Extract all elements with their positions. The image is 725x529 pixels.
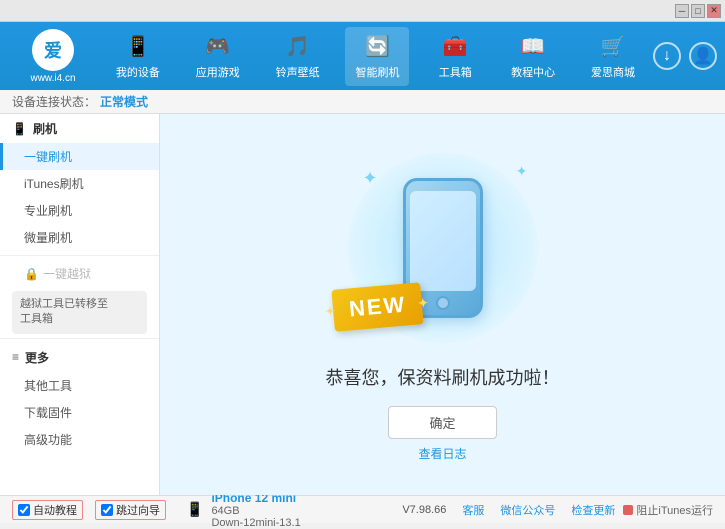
nav-toolbox-label: 工具箱 — [439, 64, 472, 80]
nav-apps-games[interactable]: 🎮 应用游戏 — [186, 27, 250, 86]
sidebar-section-more: ≡ 更多 — [0, 343, 159, 372]
status-bar: 设备连接状态： 正常模式 — [0, 90, 725, 114]
sidebar-item-other-tools[interactable]: 其他工具 — [0, 372, 159, 399]
bottom-right: V7.98.66 客服 微信公众号 检查更新 — [402, 502, 615, 518]
status-value: 正常模式 — [100, 93, 148, 110]
user-button[interactable]: 👤 — [689, 42, 717, 70]
sidebar-item-one-key-flash[interactable]: 一键刷机 — [0, 143, 159, 170]
stop-icon — [623, 505, 633, 515]
more-section-icon: ≡ — [12, 350, 19, 364]
skip-wizard-label: 跳过向导 — [116, 502, 160, 518]
tutorial-icon: 📖 — [519, 33, 547, 61]
phone-home-btn — [436, 296, 450, 310]
sidebar-item-advanced[interactable]: 高级功能 — [0, 426, 159, 453]
service-link[interactable]: 客服 — [462, 502, 484, 518]
wechat-link[interactable]: 微信公众号 — [500, 502, 555, 518]
sidebar: 📱 刷机 一键刷机 iTunes刷机 专业刷机 微量刷机 🔒 一键越狱 越狱工具… — [0, 114, 160, 495]
nav-shop-label: 爱思商城 — [591, 64, 635, 80]
sparkle-top-left: ✦ — [363, 168, 378, 189]
header: 爱 www.i4.cn 📱 我的设备 🎮 应用游戏 🎵 铃声壁纸 🔄 智能刷机 … — [0, 22, 725, 90]
auto-guide-checkbox[interactable]: 自动教程 — [12, 500, 83, 520]
new-badge: NEW — [331, 282, 424, 332]
view-log-link[interactable]: 查看日志 — [418, 445, 466, 462]
version-label: V7.98.66 — [402, 504, 446, 516]
download-button[interactable]: ↓ — [653, 42, 681, 70]
sidebar-divider-1 — [0, 255, 159, 256]
phone-illustration: ✦ ✦ ✦ NEW — [343, 148, 543, 348]
nav-my-device[interactable]: 📱 我的设备 — [106, 27, 170, 86]
nav-tutorial[interactable]: 📖 教程中心 — [501, 27, 565, 86]
shop-icon: 🛒 — [599, 33, 627, 61]
window-controls[interactable]: ─ □ ✕ — [675, 4, 721, 18]
nav-smart-flash-label: 智能刷机 — [355, 64, 399, 80]
flash-section-label: 刷机 — [33, 120, 57, 137]
itunes-status[interactable]: 阻止iTunes运行 — [623, 502, 713, 518]
sidebar-item-download-firmware[interactable]: 下载固件 — [0, 399, 159, 426]
nav-tutorial-label: 教程中心 — [511, 64, 555, 80]
device-storage: 64GB — [211, 505, 300, 517]
apps-games-icon: 🎮 — [204, 33, 232, 61]
nav-ringtones-label: 铃声壁纸 — [276, 64, 320, 80]
logo-area: 爱 www.i4.cn — [8, 29, 98, 84]
maximize-button[interactable]: □ — [691, 4, 705, 18]
sidebar-section-jailbreak: 🔒 一键越狱 — [0, 260, 159, 287]
my-device-icon: 📱 — [124, 33, 152, 61]
nav-apps-games-label: 应用游戏 — [196, 64, 240, 80]
skip-wizard-input[interactable] — [101, 504, 113, 516]
check-update-link[interactable]: 检查更新 — [571, 502, 615, 518]
flash-section-icon: 📱 — [12, 122, 27, 136]
main-layout: 📱 刷机 一键刷机 iTunes刷机 专业刷机 微量刷机 🔒 一键越狱 越狱工具… — [0, 114, 725, 495]
sparkle-top-right: ✦ — [516, 163, 528, 180]
success-text: 恭喜您，保资料刷机成功啦！ — [326, 364, 560, 390]
title-bar: ─ □ ✕ — [0, 0, 725, 22]
lock-icon: 🔒 — [24, 267, 39, 281]
auto-guide-label: 自动教程 — [33, 502, 77, 518]
logo-icon: 爱 — [32, 29, 74, 71]
jailbreak-notice: 越狱工具已转移至工具箱 — [12, 291, 147, 334]
nav-ringtones[interactable]: 🎵 铃声壁纸 — [266, 27, 330, 86]
nav-right-buttons: ↓ 👤 — [653, 42, 717, 70]
toolbox-icon: 🧰 — [441, 33, 469, 61]
auto-guide-input[interactable] — [18, 504, 30, 516]
smart-flash-icon: 🔄 — [363, 33, 391, 61]
sidebar-item-itunes-flash[interactable]: iTunes刷机 — [0, 170, 159, 197]
more-section-label: 更多 — [25, 349, 49, 366]
close-button[interactable]: ✕ — [707, 4, 721, 18]
bottom-bar: 自动教程 跳过向导 📱 iPhone 12 mini 64GB Down-12m… — [0, 495, 725, 523]
phone-screen — [410, 191, 476, 291]
minimize-button[interactable]: ─ — [675, 4, 689, 18]
nav-smart-flash[interactable]: 🔄 智能刷机 — [345, 27, 409, 86]
sidebar-item-micro-flash[interactable]: 微量刷机 — [0, 224, 159, 251]
content-area: ✦ ✦ ✦ NEW 恭喜您，保资料刷机成功啦！ 确定 查看日志 — [160, 114, 725, 495]
logo-url: www.i4.cn — [30, 73, 75, 84]
sidebar-divider-2 — [0, 338, 159, 339]
confirm-button[interactable]: 确定 — [388, 406, 496, 439]
itunes-status-label: 阻止iTunes运行 — [636, 502, 713, 518]
sidebar-section-flash: 📱 刷机 — [0, 114, 159, 143]
nav-my-device-label: 我的设备 — [116, 64, 160, 80]
skip-wizard-checkbox[interactable]: 跳过向导 — [95, 500, 166, 520]
status-label: 设备连接状态： — [12, 93, 96, 110]
device-phone-icon: 📱 — [186, 501, 203, 518]
ringtones-icon: 🎵 — [284, 33, 312, 61]
nav-shop[interactable]: 🛒 爱思商城 — [581, 27, 645, 86]
nav-items: 📱 我的设备 🎮 应用游戏 🎵 铃声壁纸 🔄 智能刷机 🧰 工具箱 📖 教程中心… — [98, 27, 653, 86]
sidebar-item-pro-flash[interactable]: 专业刷机 — [0, 197, 159, 224]
nav-toolbox[interactable]: 🧰 工具箱 — [425, 27, 485, 86]
